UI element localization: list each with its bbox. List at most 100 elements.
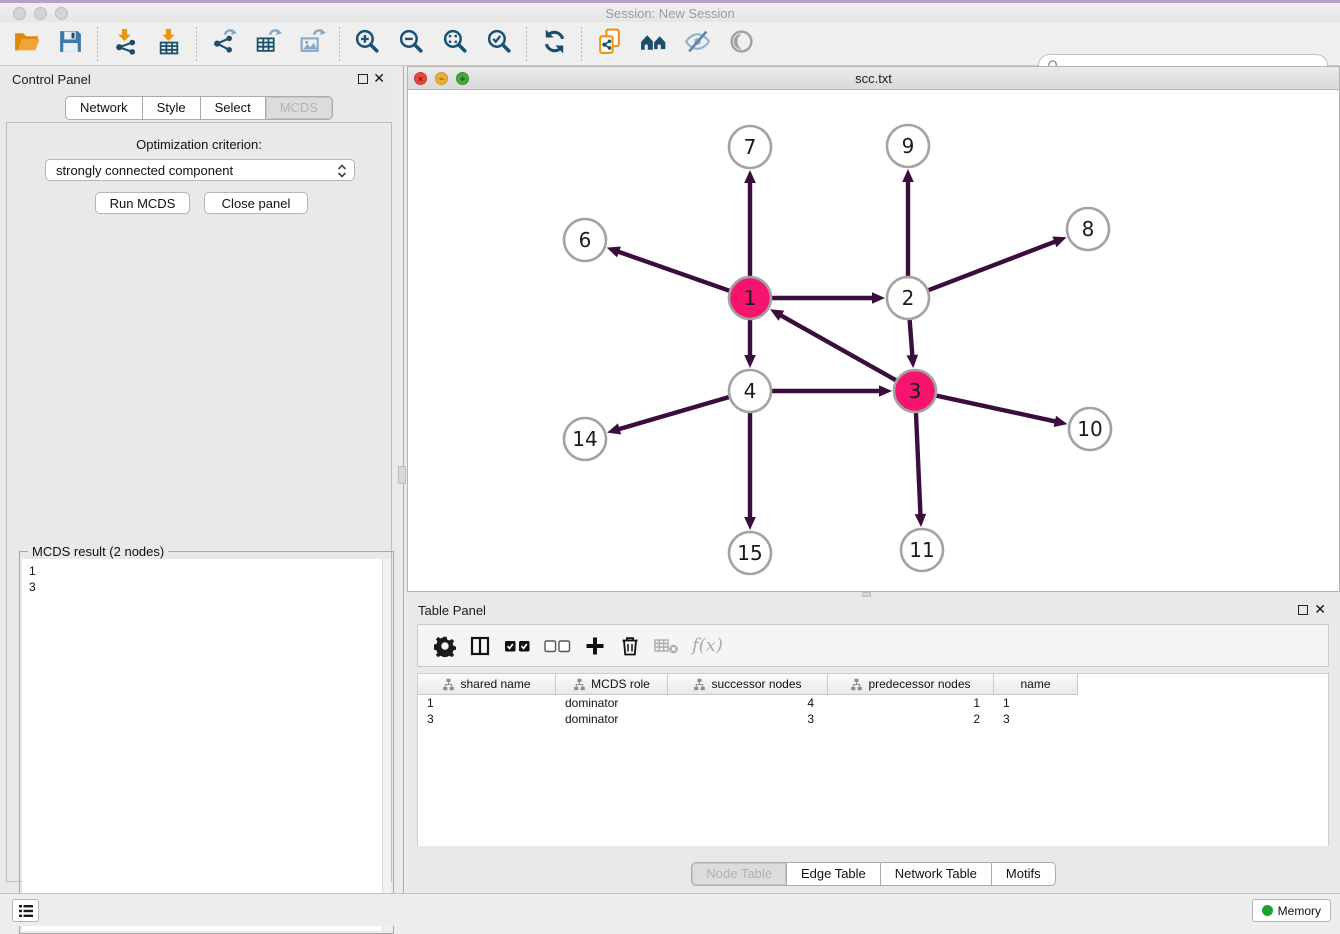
graph-node-1[interactable]: 1 — [729, 277, 771, 319]
graph-edge-4-3[interactable] — [772, 385, 892, 397]
tab-style[interactable]: Style — [143, 96, 201, 120]
gear-button[interactable] — [434, 632, 456, 660]
tab-network-table[interactable]: Network Table — [881, 862, 992, 886]
network-view-titlebar[interactable]: × − + scc.txt — [408, 67, 1339, 90]
control-panel-header: Control Panel ✕ — [0, 66, 398, 94]
add-button[interactable] — [584, 632, 606, 660]
graph-node-14[interactable]: 14 — [564, 418, 606, 460]
columns-button[interactable] — [469, 632, 491, 660]
graph-node-3[interactable]: 3 — [894, 370, 936, 412]
export-image-button[interactable] — [294, 26, 330, 62]
graph-edge-1-7[interactable] — [744, 170, 756, 276]
graph-edge-4-14[interactable] — [607, 397, 729, 434]
export-network-button[interactable] — [206, 26, 242, 62]
open-file-button[interactable] — [8, 26, 44, 62]
graph-edge-1-2[interactable] — [772, 292, 885, 304]
show-graphics-icon — [728, 28, 755, 60]
panel-splitter-vertical[interactable] — [398, 66, 407, 893]
graph-edge-2-8[interactable] — [929, 236, 1067, 290]
mcds-result-text[interactable]: 1 3 — [22, 559, 382, 931]
graph-node-4[interactable]: 4 — [729, 370, 771, 412]
export-table-button[interactable] — [250, 26, 286, 62]
tab-network[interactable]: Network — [65, 96, 143, 120]
graph-edge-4-15[interactable] — [744, 413, 756, 530]
column-header-MCDS-role[interactable]: MCDS role — [556, 674, 668, 695]
hide-graphics-button[interactable] — [679, 26, 715, 62]
delete-button[interactable] — [619, 632, 641, 660]
table-panel: Table Panel ✕ f(x) shared nameMCDS roles… — [407, 597, 1340, 893]
table-cell: 3 — [418, 711, 556, 727]
close-panel-button[interactable]: Close panel — [204, 192, 308, 214]
graph-edge-3-10[interactable] — [936, 396, 1067, 427]
clone-network-icon — [596, 28, 623, 60]
select-all-button[interactable] — [504, 632, 531, 660]
column-header-predecessor-nodes[interactable]: predecessor nodes — [828, 674, 994, 695]
clone-network-button[interactable] — [591, 26, 627, 62]
table-row[interactable]: 1dominator411 — [418, 695, 1328, 711]
column-header-label: predecessor nodes — [868, 677, 970, 691]
svg-text:4: 4 — [744, 379, 757, 403]
graph-node-10[interactable]: 10 — [1069, 408, 1111, 450]
graph-edge-2-3[interactable] — [907, 320, 919, 368]
zoom-out-button[interactable] — [393, 26, 429, 62]
toolbar-separator — [581, 27, 582, 61]
tab-edge-table[interactable]: Edge Table — [787, 862, 881, 886]
network-graph[interactable]: 7 9 6 8 1 2 4 3 14 10 15 11 — [408, 90, 1339, 592]
graph-node-2[interactable]: 2 — [887, 277, 929, 319]
graph-edge-3-1[interactable] — [770, 309, 896, 380]
run-mcds-button[interactable]: Run MCDS — [95, 192, 190, 214]
tab-select[interactable]: Select — [201, 96, 266, 120]
first-neighbors-button[interactable] — [635, 26, 671, 62]
show-graphics-button[interactable] — [723, 26, 759, 62]
control-panel-close-icon[interactable]: ✕ — [373, 70, 385, 86]
graph-node-11[interactable]: 11 — [901, 529, 943, 571]
table-cell: dominator — [556, 711, 668, 727]
table-row[interactable]: 3dominator323 — [418, 711, 1328, 727]
tab-mcds[interactable]: MCDS — [266, 96, 333, 120]
graph-node-7[interactable]: 7 — [729, 126, 771, 168]
import-table-button[interactable] — [151, 26, 187, 62]
column-header-name[interactable]: name — [994, 674, 1078, 695]
graph-edge-1-6[interactable] — [607, 246, 730, 290]
save-session-button[interactable] — [52, 26, 88, 62]
table-header-row: shared name MCDS role successor nodes prede… — [418, 674, 1328, 695]
memory-button[interactable]: Memory — [1252, 899, 1331, 922]
graph-edge-2-9[interactable] — [902, 169, 914, 276]
table-cell: 1 — [828, 695, 994, 711]
refresh-button[interactable] — [536, 26, 572, 62]
graph-node-15[interactable]: 15 — [729, 532, 771, 574]
table-panel-float-icon[interactable] — [1298, 605, 1308, 615]
table-body: 1dominator4113dominator323 — [418, 695, 1328, 727]
table-cell: 3 — [668, 711, 828, 727]
zoom-fit-icon — [442, 28, 469, 60]
control-panel-float-icon[interactable] — [358, 74, 368, 84]
table-panel-header: Table Panel ✕ — [407, 597, 1340, 625]
table-cell: 2 — [828, 711, 994, 727]
column-header-shared-name[interactable]: shared name — [418, 674, 556, 695]
tab-node-table[interactable]: Node Table — [691, 862, 787, 886]
column-header-label: MCDS role — [591, 677, 650, 691]
graph-node-8[interactable]: 8 — [1067, 208, 1109, 250]
table-panel-close-icon[interactable]: ✕ — [1314, 601, 1326, 617]
zoom-fit-button[interactable] — [437, 26, 473, 62]
deselect-all-icon — [544, 635, 571, 657]
deselect-all-button[interactable] — [544, 632, 571, 660]
graph-edge-1-4[interactable] — [744, 320, 756, 368]
graph-node-6[interactable]: 6 — [564, 219, 606, 261]
zoom-in-button[interactable] — [349, 26, 385, 62]
graph-node-9[interactable]: 9 — [887, 125, 929, 167]
task-history-button[interactable] — [12, 899, 39, 922]
table-cell: 4 — [668, 695, 828, 711]
zoom-selected-button[interactable] — [481, 26, 517, 62]
control-panel-tabs: NetworkStyleSelectMCDS — [0, 96, 398, 120]
optimization-criterion-select[interactable]: strongly connected component — [45, 159, 355, 181]
graph-edge-3-11[interactable] — [915, 413, 927, 527]
result-scrollbar[interactable] — [382, 559, 391, 931]
tab-motifs[interactable]: Motifs — [992, 862, 1056, 886]
toolbar-group — [591, 26, 759, 62]
column-header-label: successor nodes — [711, 677, 801, 691]
toolbar-group — [107, 26, 187, 62]
column-header-successor-nodes[interactable]: successor nodes — [668, 674, 828, 695]
import-network-button[interactable] — [107, 26, 143, 62]
splitter-handle[interactable] — [398, 466, 406, 484]
